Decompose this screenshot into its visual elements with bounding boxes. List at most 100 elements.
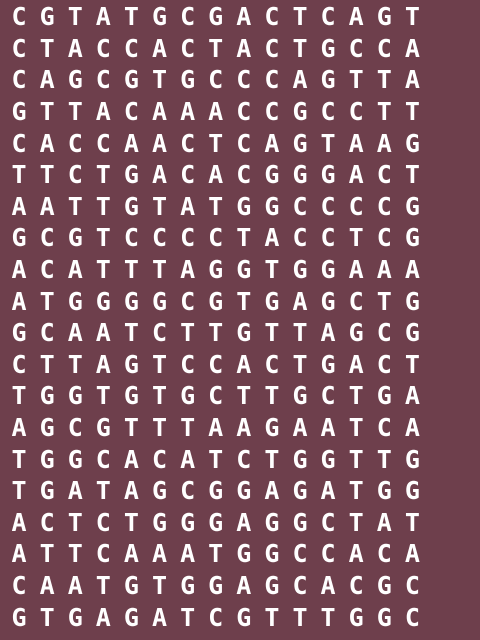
grid-letter: T	[208, 33, 224, 63]
grid-letter: G	[264, 539, 280, 569]
grid-letter: A	[11, 191, 27, 221]
grid-letter: T	[264, 255, 280, 285]
grid-letter: G	[123, 160, 139, 190]
grid-letter: G	[376, 476, 392, 506]
grid-letter: A	[95, 2, 111, 32]
grid-letter: T	[39, 539, 55, 569]
grid-letter: G	[264, 286, 280, 316]
grid-letter: T	[320, 128, 336, 158]
grid-letter: A	[180, 255, 196, 285]
grid-letter: C	[404, 602, 420, 632]
grid-letter: G	[404, 444, 420, 474]
grid-letter: C	[123, 223, 139, 253]
grid-letter: G	[11, 318, 27, 348]
grid-letter: A	[180, 97, 196, 127]
grid-letter: C	[292, 223, 308, 253]
grid-letter: G	[264, 160, 280, 190]
grid-letter: A	[264, 476, 280, 506]
grid-letter: G	[376, 602, 392, 632]
grid-letter: C	[208, 602, 224, 632]
grid-letter: A	[320, 570, 336, 600]
grid-letter: A	[95, 318, 111, 348]
grid-letter: T	[376, 286, 392, 316]
grid-letter: G	[11, 223, 27, 253]
grid-letter: T	[264, 602, 280, 632]
grid-letter: T	[67, 539, 83, 569]
grid-letter: C	[264, 2, 280, 32]
grid-letter: A	[151, 539, 168, 569]
grid-letter: C	[180, 160, 196, 190]
grid-letter: T	[67, 349, 83, 379]
grid-letter: A	[348, 128, 364, 158]
grid-letter: G	[236, 191, 252, 221]
grid-letter: A	[208, 97, 224, 127]
grid-letter: T	[292, 349, 308, 379]
grid-letter: G	[292, 507, 308, 537]
grid-letter: T	[348, 381, 364, 411]
grid-letter: T	[264, 381, 280, 411]
grid-letter: G	[67, 381, 83, 411]
grid-letter: A	[151, 128, 168, 158]
grid-letter: A	[151, 97, 168, 127]
grid-letter: T	[208, 191, 224, 221]
dna-letter-grid: CGTATGCGACTCAGTCTACCACTACTGCCACAGCGTGCCC…	[0, 0, 480, 640]
grid-letter: A	[11, 413, 27, 443]
grid-letter: C	[348, 286, 364, 316]
grid-letter: T	[180, 413, 196, 443]
grid-letter: T	[404, 507, 420, 537]
grid-letter: T	[208, 128, 224, 158]
grid-letter: C	[292, 539, 308, 569]
grid-letter: T	[348, 223, 364, 253]
grid-letter: T	[39, 160, 55, 190]
grid-letter: C	[180, 349, 196, 379]
grid-letter: A	[348, 255, 364, 285]
grid-letter: T	[123, 2, 139, 32]
grid-letter: T	[95, 570, 111, 600]
grid-letter: G	[39, 413, 55, 443]
grid-letter: C	[320, 191, 336, 221]
grid-letter: C	[264, 349, 280, 379]
grid-letter: G	[67, 602, 83, 632]
grid-letter: G	[236, 602, 252, 632]
grid-letter: G	[404, 191, 420, 221]
grid-letter: C	[348, 570, 364, 600]
grid-letter: G	[404, 286, 420, 316]
grid-letter: C	[180, 2, 196, 32]
grid-letter: A	[11, 286, 27, 316]
grid-letter: C	[264, 97, 280, 127]
grid-letter: G	[95, 413, 111, 443]
grid-letter: C	[67, 160, 83, 190]
grid-letter: G	[67, 65, 83, 95]
grid-letter: A	[180, 444, 196, 474]
grid-letter: A	[404, 255, 420, 285]
grid-letter: A	[236, 33, 252, 63]
grid-letter: A	[404, 539, 420, 569]
grid-letter: G	[292, 381, 308, 411]
grid-letter: T	[404, 97, 420, 127]
grid-letter: C	[67, 413, 83, 443]
grid-letter: A	[264, 223, 280, 253]
grid-letter: T	[348, 65, 364, 95]
grid-letter: A	[320, 318, 336, 348]
grid-letter: A	[67, 33, 83, 63]
grid-letter: C	[123, 97, 139, 127]
grid-letter: C	[151, 223, 168, 253]
grid-letter: T	[404, 160, 420, 190]
grid-letter: A	[67, 476, 83, 506]
grid-letter: C	[11, 2, 27, 32]
grid-letter: C	[236, 65, 252, 95]
grid-letter: T	[376, 65, 392, 95]
grid-letter: T	[11, 381, 27, 411]
grid-letter: T	[95, 160, 111, 190]
grid-letter: T	[348, 413, 364, 443]
grid-letter: C	[348, 97, 364, 127]
grid-letter: G	[320, 444, 336, 474]
grid-letter: T	[39, 33, 55, 63]
grid-letter: T	[208, 318, 224, 348]
grid-letter: T	[123, 507, 139, 537]
grid-letter: G	[123, 65, 139, 95]
grid-letter: C	[123, 33, 139, 63]
grid-letter: G	[208, 2, 224, 32]
grid-letter: C	[320, 539, 336, 569]
grid-letter: T	[39, 286, 55, 316]
